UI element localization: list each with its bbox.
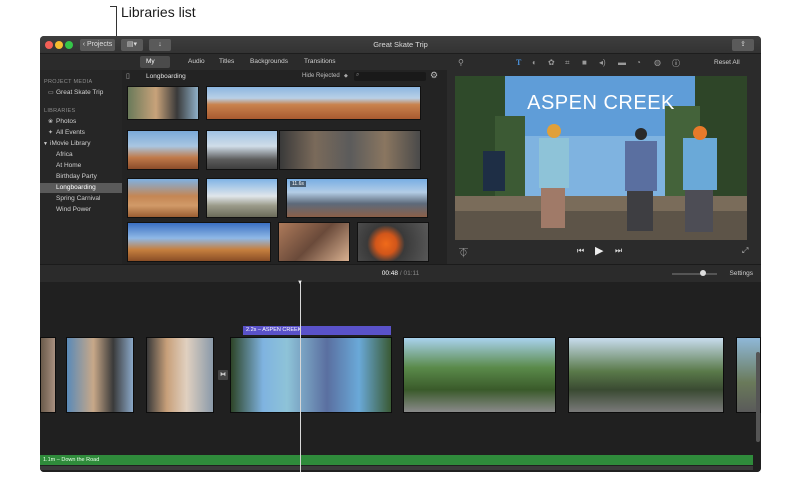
media-thumbnail[interactable] — [206, 178, 278, 218]
clip-filter-icon[interactable]: ◍ — [654, 58, 661, 67]
fullscreen-icon[interactable]: ⤢ — [742, 246, 748, 256]
sidebar-item-longboarding[interactable]: Longboarding — [40, 183, 122, 193]
media-thumbnail[interactable] — [127, 178, 199, 218]
callout-tick-top — [110, 6, 117, 7]
time-separator: / — [399, 270, 402, 277]
project-media-heading: PROJECT MEDIA — [44, 79, 93, 85]
skip-back-button[interactable]: ⏮ — [577, 246, 584, 256]
magic-wand-icon[interactable]: ⚲ — [458, 58, 464, 67]
media-thumbnail[interactable] — [357, 222, 429, 262]
microphone-icon[interactable]: ⏁ — [459, 246, 468, 259]
share-button[interactable]: ⇪ — [732, 39, 754, 51]
photos-icon: ❀ — [48, 119, 54, 125]
duration-badge: 11.6s — [290, 181, 306, 187]
adjustment-toolbar: ⚲ T ◐ ✿ ⌗ ■ ◂) ▬ ◔ ◍ ⓘ Reset All — [452, 56, 761, 70]
filter-dropdown[interactable]: Hide Rejected — [302, 73, 340, 79]
reset-all-button[interactable]: Reset All — [714, 59, 740, 66]
title-clip[interactable]: 2.2s – ASPEN CREEK — [243, 326, 391, 335]
media-thumbnail[interactable] — [206, 86, 421, 120]
timeline-clip[interactable] — [66, 337, 134, 413]
noise-reduction-icon[interactable]: ▬ — [618, 58, 626, 67]
sidebar-item-wind-power[interactable]: Wind Power — [40, 205, 122, 215]
crop-icon[interactable]: ⌗ — [565, 58, 570, 68]
audio-track[interactable]: 1.1m – Down the Road — [40, 455, 753, 465]
imovie-window: ‹ Projects ▤▾ ↓ Great Skate Trip ⇪ My Me… — [40, 36, 761, 472]
title-bar: ‹ Projects ▤▾ ↓ Great Skate Trip ⇪ — [40, 36, 761, 54]
sidebar-item-photos[interactable]: ❀ Photos — [40, 117, 122, 127]
tab-backgrounds[interactable]: Backgrounds — [244, 56, 294, 68]
share-icon: ⇪ — [740, 41, 746, 48]
sidebar-item-imovie-library[interactable]: ▼ iMovie Library — [40, 139, 122, 149]
callout-label: Libraries list — [121, 4, 196, 20]
media-thumbnail[interactable] — [206, 130, 278, 170]
libraries-heading: LIBRARIES — [44, 108, 76, 114]
timeline-clip[interactable] — [146, 337, 214, 413]
video-viewer[interactable]: ASPEN CREEK — [455, 76, 747, 240]
media-thumbnail[interactable] — [127, 86, 199, 120]
color-correction-icon[interactable]: ✿ — [548, 58, 555, 67]
skip-forward-button[interactable]: ⏭ — [615, 246, 622, 256]
chevron-down-icon: ◆ — [344, 73, 348, 79]
speed-icon[interactable]: ◔ — [636, 58, 641, 67]
sidebar-toggle-icon[interactable]: ▯ — [126, 72, 130, 80]
timecode: 00:48 / 01:11 — [40, 270, 761, 277]
total-time: 01:11 — [403, 270, 420, 277]
browser-header: ▯ Longboarding Hide Rejected ◆ ⌕ ⚙ — [122, 70, 447, 83]
title-text-icon[interactable]: T — [516, 58, 521, 67]
timeline-clip[interactable] — [403, 337, 556, 413]
timeline-clip[interactable] — [230, 337, 392, 413]
viewer-title-overlay: ASPEN CREEK — [527, 92, 675, 114]
sidebar-item-label: Great Skate Trip — [56, 89, 104, 96]
playback-controls: ⏁ ⏮ ▶ ⏭ ⤢ — [447, 242, 761, 264]
vertical-scrollbar[interactable] — [756, 352, 760, 442]
playhead[interactable]: ▼ — [297, 280, 303, 472]
color-balance-icon[interactable]: ◐ — [532, 58, 537, 67]
sidebar-item-project[interactable]: ▭ Great Skate Trip — [40, 88, 122, 98]
sidebar-item-africa[interactable]: Africa — [40, 150, 122, 160]
timeline-clip[interactable] — [40, 337, 56, 413]
search-icon: ⌕ — [356, 72, 360, 78]
tab-transitions[interactable]: Transitions — [298, 56, 342, 68]
tab-titles[interactable]: Titles — [213, 56, 240, 68]
search-input[interactable]: ⌕ — [354, 72, 426, 81]
libraries-sidebar: PROJECT MEDIA ▭ Great Skate Trip LIBRARI… — [40, 70, 122, 264]
playhead-marker-icon[interactable]: ▼ — [297, 280, 303, 286]
settings-gear-icon[interactable]: ⚙ — [430, 70, 438, 81]
sidebar-item-spring-carnival[interactable]: Spring Carnival — [40, 194, 122, 204]
volume-icon[interactable]: ◂) — [599, 58, 606, 67]
media-thumbnail[interactable] — [127, 130, 199, 170]
zoom-slider-knob[interactable] — [700, 270, 706, 276]
film-icon: ▭ — [48, 90, 54, 96]
disclosure-triangle-icon[interactable]: ▼ — [43, 139, 48, 149]
zoom-slider[interactable] — [672, 270, 717, 276]
media-thumbnail[interactable] — [127, 222, 271, 262]
tab-my-media[interactable]: My Media — [140, 56, 170, 77]
timeline-header: 00:48 / 01:11 Settings — [40, 264, 761, 282]
sidebar-item-label: iMovie Library — [50, 140, 91, 147]
sidebar-item-birthday-party[interactable]: Birthday Party — [40, 172, 122, 182]
info-icon[interactable]: ⓘ — [672, 58, 680, 69]
timeline-settings-button[interactable]: Settings — [730, 270, 754, 277]
event-title: Longboarding — [146, 73, 186, 80]
horizontal-scrollbar[interactable] — [40, 466, 753, 470]
timeline-clip[interactable] — [568, 337, 724, 413]
sidebar-item-label: Photos — [56, 118, 77, 125]
sidebar-item-label: All Events — [56, 129, 85, 136]
media-thumbnail[interactable] — [279, 130, 421, 170]
transition-icon[interactable]: ⧓ — [218, 370, 228, 380]
window-title: Great Skate Trip — [373, 40, 428, 49]
sidebar-item-all-events[interactable]: ✦ All Events — [40, 128, 122, 138]
media-thumbnail[interactable]: 11.6s — [286, 178, 428, 218]
star-icon: ✦ — [48, 130, 54, 136]
stabilization-icon[interactable]: ■ — [582, 58, 587, 67]
tab-audio[interactable]: Audio — [182, 56, 211, 68]
current-time: 00:48 — [381, 270, 399, 277]
timeline: 2.2s – ASPEN CREEK ⧓ 1.1m – Down the Roa… — [40, 280, 761, 472]
sidebar-item-at-home[interactable]: At Home — [40, 161, 122, 171]
media-thumbnail[interactable] — [278, 222, 350, 262]
media-browser: ▯ Longboarding Hide Rejected ◆ ⌕ ⚙ 11.6s — [122, 70, 447, 264]
play-button[interactable]: ▶ — [595, 244, 603, 257]
